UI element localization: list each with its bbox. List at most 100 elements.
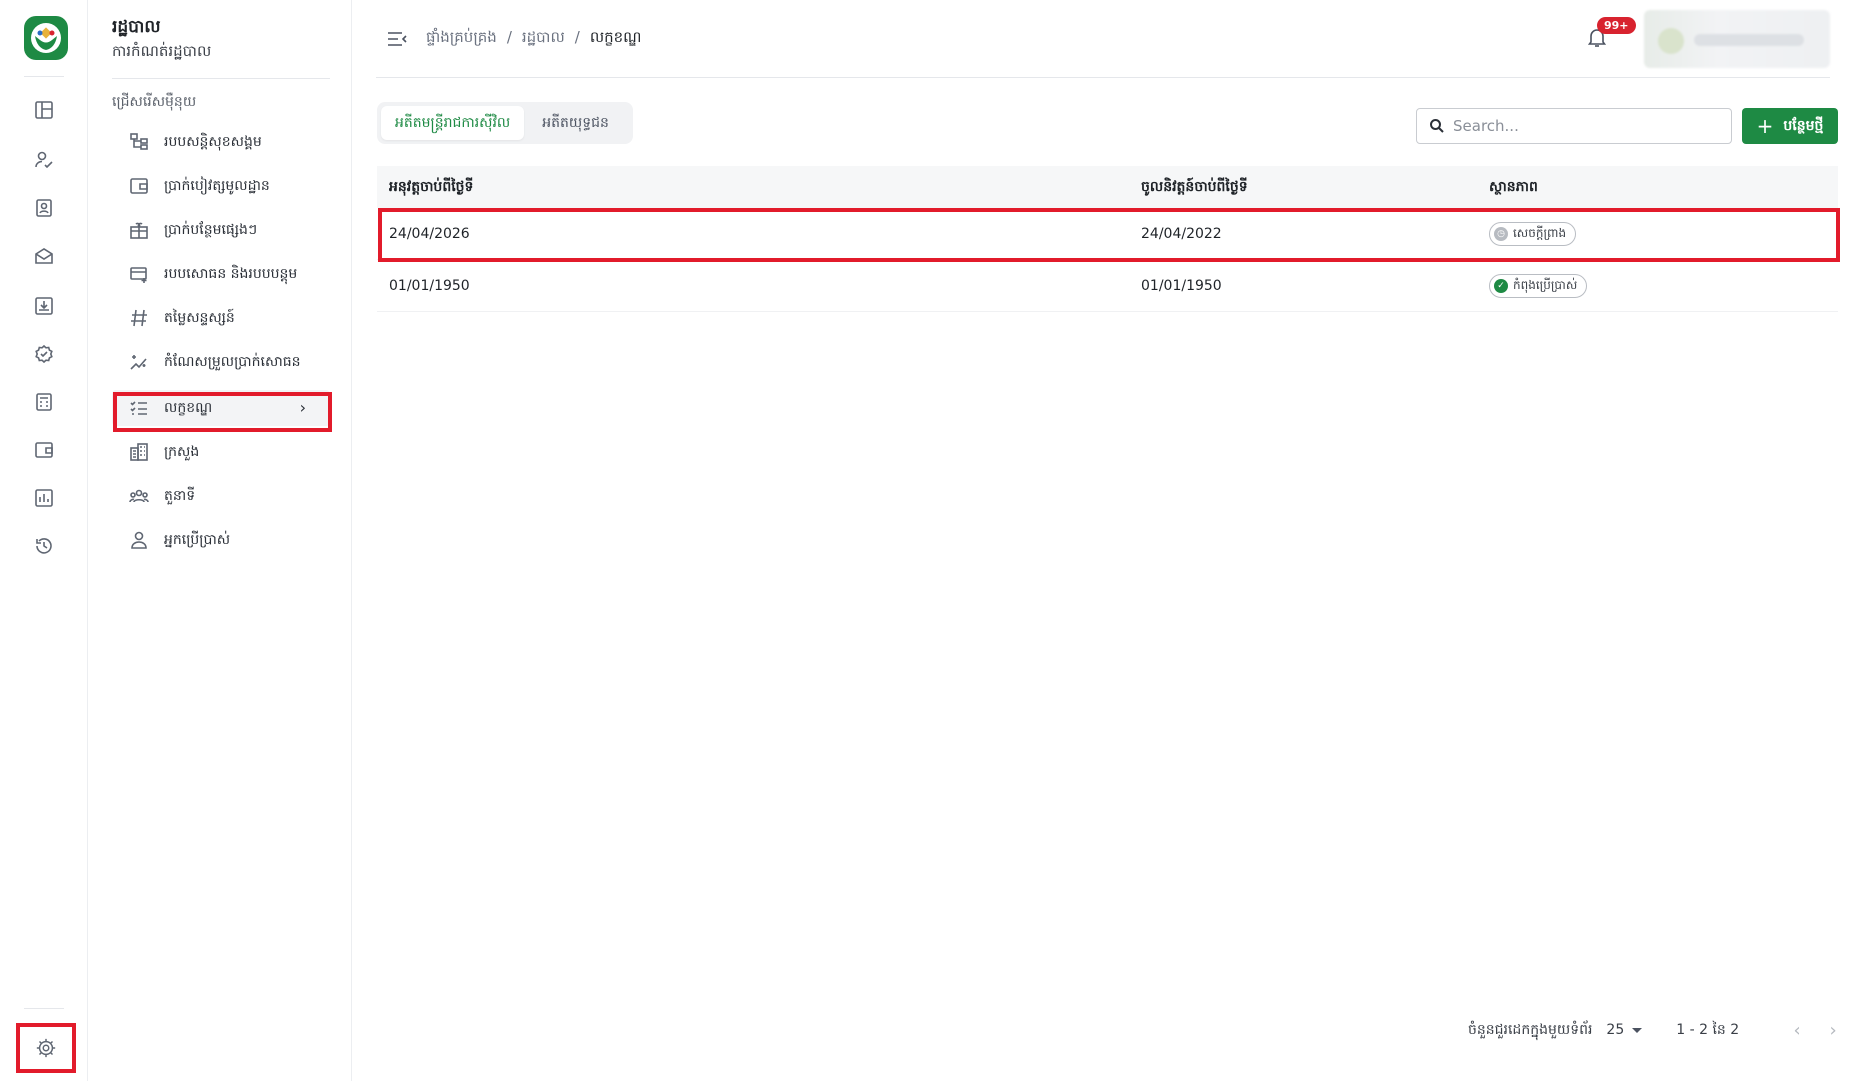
sidebar-item-label: របបសន្តិសុខសង្គម [164, 133, 262, 150]
chevron-left-icon: ‹ [1793, 1019, 1801, 1041]
sidebar-item-label: របបសោធន និងរបបបន្តុម [164, 265, 298, 282]
user-check-icon[interactable] [30, 146, 58, 174]
table-row[interactable]: 24/04/2026 24/04/2022 ◷ សេចក្តីព្រាង [377, 208, 1838, 260]
group-icon [128, 485, 150, 507]
rows-per-page-label: ចំនួនជួរដេកក្នុងមួយទំព័រ [1468, 1021, 1593, 1038]
sidebar-divider [112, 78, 330, 79]
next-page-button[interactable]: › [1821, 1018, 1845, 1042]
search-input[interactable] [1453, 117, 1723, 135]
sidebar-item-label: លក្ខខណ្ឌ [164, 399, 213, 416]
gift-icon [128, 219, 150, 241]
previous-page-button[interactable]: ‹ [1785, 1018, 1809, 1042]
breadcrumb-separator: / [506, 28, 512, 46]
tab-veterans[interactable]: អតីតយុទ្ធជន [528, 106, 623, 140]
collapse-menu-button[interactable] [386, 28, 408, 50]
sidebar-item-base-salary[interactable]: ប្រាក់បៀវត្សមូលដ្ឋាន [112, 168, 330, 204]
breadcrumb-item-current: លក្ខខណ្ឌ [589, 28, 642, 46]
sidebar-item-label: តម្លៃសន្ទស្សន៍ [164, 309, 235, 326]
settings-icon [36, 1038, 56, 1058]
status-label: កំពុងប្រើប្រាស់ [1513, 277, 1578, 292]
rows-per-page-select[interactable]: 25 [1606, 1022, 1643, 1038]
add-new-button[interactable]: + បន្ថែមថ្មី [1742, 108, 1838, 144]
sidebar-item-roles[interactable]: តួនាទី [112, 478, 330, 514]
sidebar-item-allowances[interactable]: ប្រាក់បន្ថែមផ្សេងៗ [112, 212, 330, 248]
user-icon [128, 529, 150, 551]
app-logo[interactable] [24, 16, 68, 60]
sidebar: រដ្ឋបាល ការកំណត់រដ្ឋបាល ជ្រើសរើសម៉ឺនុយ រ… [88, 0, 352, 1081]
clock-icon: ◷ [1494, 226, 1508, 241]
mail-open-icon[interactable] [30, 242, 58, 270]
sidebar-item-label: ប្រាក់បន្ថែមផ្សេងៗ [164, 221, 258, 238]
sidebar-item-pension-schemes[interactable]: របបសោធន និងរបបបន្តុម [112, 256, 330, 292]
settings-button[interactable] [16, 1023, 76, 1073]
wallet-icon[interactable] [30, 436, 58, 464]
sidebar-item-label: ក្រសួង [164, 443, 200, 460]
bar-chart-icon[interactable] [30, 484, 58, 512]
breadcrumb-item-dashboard[interactable]: ផ្ទាំងគ្រប់គ្រង [426, 28, 497, 50]
sidebar-item-index-values[interactable]: តម្លៃសន្ទស្សន៍ [112, 300, 330, 336]
sidebar-section-label: ជ្រើសរើសម៉ឺនុយ [112, 94, 197, 110]
breadcrumb-item-admin[interactable]: រដ្ឋបាល [522, 28, 565, 50]
sidebar-item-ministries[interactable]: ក្រសួង [112, 434, 330, 470]
plus-icon: + [1756, 114, 1774, 138]
check-circle-icon: ✓ [1494, 278, 1508, 293]
user-profile-menu[interactable] [1644, 10, 1830, 68]
sparkle-chart-icon [128, 351, 150, 373]
logo-icon [31, 23, 61, 53]
sidebar-item-pension-adjustment[interactable]: កំណែសម្រួលប្រាក់សោធន [112, 344, 330, 380]
sidebar-item-label: កំណែសម្រួលប្រាក់សោធន [164, 353, 301, 370]
table-header: អនុវត្តចាប់ពីថ្ងៃទី ចូលនិវត្តន៍ចាប់ពីថ្ង… [377, 166, 1838, 208]
tab-civil-servants[interactable]: អតីតមន្ត្រីរាជការស៊ីវិល [381, 106, 525, 140]
cell-retirement-date: 01/01/1950 [1141, 277, 1222, 294]
cell-status: ✓ កំពុងប្រើប្រាស់ [1481, 273, 1838, 298]
chevron-right-icon: › [299, 398, 306, 417]
cell-status: ◷ សេចក្តីព្រាង [1481, 221, 1838, 246]
rows-per-page-value: 25 [1606, 1022, 1625, 1038]
icon-rail [0, 0, 88, 1081]
menu-collapse-icon [388, 32, 407, 46]
notification-badge: 99+ [1597, 17, 1636, 34]
wallet-icon [128, 175, 150, 197]
cell-effective-date: 01/01/1950 [389, 277, 470, 294]
hash-icon [128, 307, 150, 329]
hierarchy-icon [128, 131, 150, 153]
rail-divider [24, 76, 64, 77]
caret-down-icon [1632, 1027, 1643, 1033]
column-header-effective-date[interactable]: អនុវត្តចាប់ពីថ្ងៃទី [377, 177, 1133, 198]
status-label: សេចក្តីព្រាង [1513, 225, 1567, 240]
sidebar-item-label: ប្រាក់បៀវត្សមូលដ្ឋាន [164, 177, 270, 194]
avatar [1658, 28, 1684, 54]
chevron-right-icon: › [1829, 1019, 1837, 1041]
sidebar-item-conditions[interactable]: លក្ខខណ្ឌ › [112, 390, 330, 426]
table-row[interactable]: 01/01/1950 01/01/1950 ✓ កំពុងប្រើប្រាស់ [377, 260, 1838, 312]
id-card-icon[interactable] [30, 194, 58, 222]
building-icon [128, 441, 150, 463]
cell-effective-date: 24/04/2026 [389, 225, 470, 242]
status-badge: ✓ កំពុងប្រើប្រាស់ [1489, 273, 1588, 298]
rail-divider-bottom [24, 1008, 64, 1009]
checklist-icon [128, 397, 150, 419]
sidebar-item-users[interactable]: អ្នកប្រើប្រាស់ [112, 522, 330, 558]
card-plus-icon [128, 263, 150, 285]
sidebar-item-label: អ្នកប្រើប្រាស់ [164, 531, 231, 548]
add-new-label: បន្ថែមថ្មី [1783, 117, 1824, 134]
column-header-retirement-date[interactable]: ចូលនិវត្តន៍ចាប់ពីថ្ងៃទី [1133, 177, 1481, 198]
category-tabs: អតីតមន្ត្រីរាជការស៊ីវិល អតីតយុទ្ធជន [377, 102, 633, 144]
search-icon [1430, 119, 1444, 133]
breadcrumb-separator: / [574, 28, 580, 46]
breadcrumb: ផ្ទាំងគ្រប់គ្រង / រដ្ឋបាល / លក្ខខណ្ឌ [426, 28, 641, 50]
sidebar-subtitle: ការកំណត់រដ្ឋបាល [112, 42, 212, 60]
user-name-redacted [1694, 34, 1804, 46]
pagination: ចំនួនជួរដេកក្នុងមួយទំព័រ 25 1 - 2 នៃ 2 ‹… [1468, 1018, 1845, 1042]
conditions-table: អនុវត្តចាប់ពីថ្ងៃទី ចូលនិវត្តន៍ចាប់ពីថ្ង… [377, 166, 1838, 312]
search-box [1416, 108, 1732, 144]
page-range: 1 - 2 នៃ 2 [1676, 1021, 1740, 1038]
calculator-icon[interactable] [30, 388, 58, 416]
sidebar-item-social-security[interactable]: របបសន្តិសុខសង្គម [112, 124, 330, 160]
download-box-icon[interactable] [30, 292, 58, 320]
history-icon[interactable] [30, 532, 58, 560]
column-header-status[interactable]: ស្ថានភាព [1481, 177, 1838, 198]
dashboard-icon[interactable] [30, 96, 58, 124]
badge-check-icon[interactable] [30, 340, 58, 368]
cell-retirement-date: 24/04/2022 [1141, 225, 1222, 242]
